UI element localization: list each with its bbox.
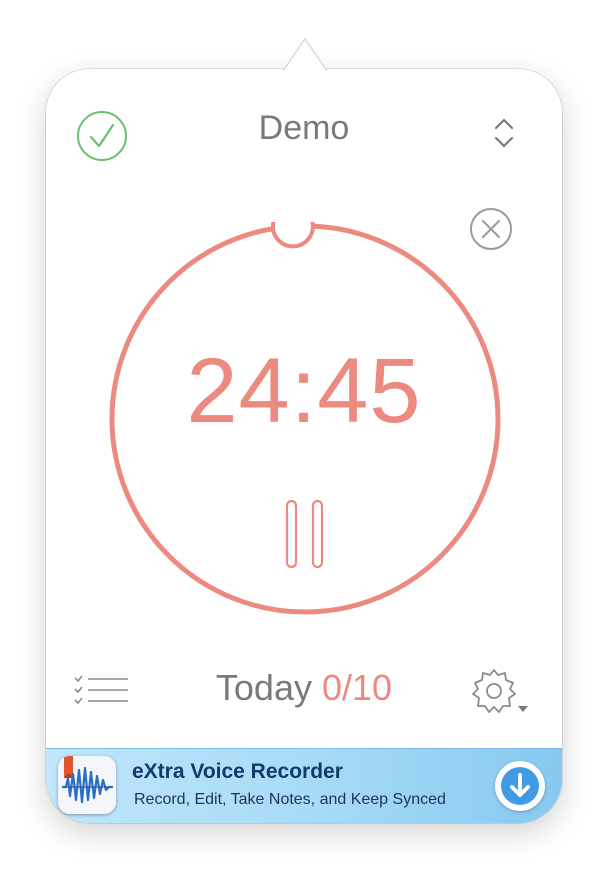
progress-knob[interactable] xyxy=(270,222,315,249)
up-down-chevron-icon[interactable] xyxy=(492,116,516,150)
popover-arrow xyxy=(283,38,327,72)
download-arrow-icon xyxy=(501,767,539,805)
voice-recorder-app-icon xyxy=(58,756,116,814)
gear-icon[interactable] xyxy=(470,669,532,717)
ad-tagline: Record, Edit, Take Notes, and Keep Synce… xyxy=(134,791,446,808)
timer-popover: Demo 24:45 Today 0/10 eXtra Voice Record… xyxy=(46,69,562,823)
ad-download-button[interactable] xyxy=(495,761,545,811)
timer-display: 24:45 xyxy=(186,340,422,442)
ad-banner[interactable]: eXtra Voice Recorder Record, Edit, Take … xyxy=(46,748,562,823)
task-title[interactable]: Demo xyxy=(46,109,562,148)
today-label: Today xyxy=(215,667,312,708)
today-count: 0/10 xyxy=(322,667,393,708)
ad-app-name[interactable]: eXtra Voice Recorder xyxy=(132,760,343,784)
pause-icon[interactable] xyxy=(284,499,326,569)
